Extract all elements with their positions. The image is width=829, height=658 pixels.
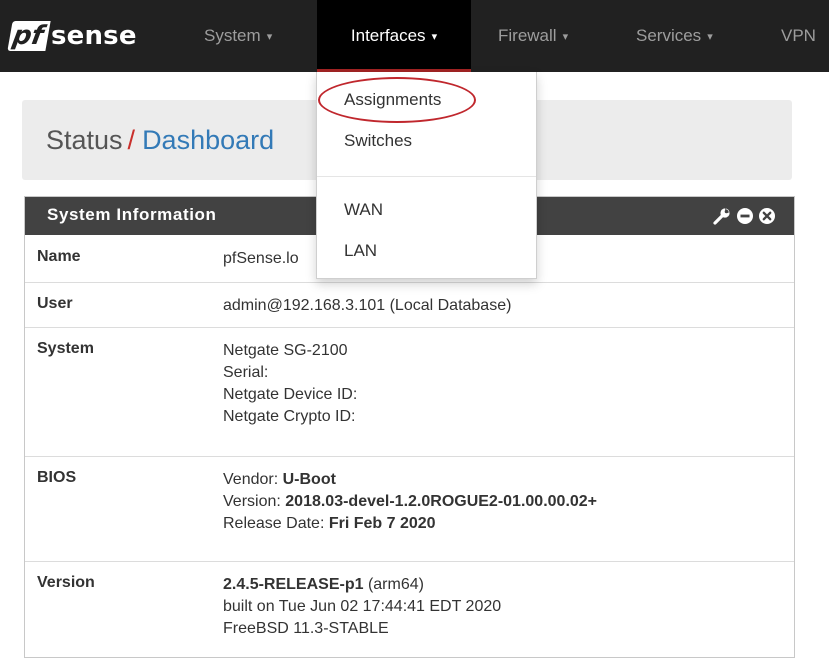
nav-system-label: System	[204, 26, 261, 45]
row-value-user: admin@192.168.3.101 (Local Database)	[223, 295, 511, 317]
table-row: User admin@192.168.3.101 (Local Database…	[25, 283, 794, 328]
highlight-ellipse	[318, 77, 476, 123]
row-label-bios: BIOS	[37, 469, 77, 486]
nav-firewall-label: Firewall	[498, 26, 557, 45]
bios-vendor: Vendor: U-Boot	[223, 471, 336, 488]
system-serial: Serial:	[223, 364, 269, 381]
version-os: FreeBSD 11.3-STABLE	[223, 620, 389, 637]
nav-system[interactable]: System ▾	[204, 0, 272, 72]
nav-interfaces[interactable]: Interfaces ▾	[317, 0, 471, 72]
breadcrumb-separator: /	[127, 125, 136, 155]
row-label-user: User	[37, 295, 73, 312]
nav-interfaces-label: Interfaces	[350, 26, 426, 45]
caret-down-icon: ▾	[707, 31, 713, 43]
system-crypto-id: Netgate Crypto ID:	[223, 408, 356, 425]
row-label-system: System	[37, 340, 94, 357]
nav-services-label: Services	[636, 26, 702, 45]
top-navbar: pf sense System ▾ Interfaces ▾ Firewall ▾ S…	[0, 0, 829, 72]
nav-vpn[interactable]: VPN	[781, 0, 816, 72]
row-label-name: Name	[37, 248, 81, 265]
row-value-name: pfSense.lo	[223, 248, 299, 270]
bios-release-date: Release Date: Fri Feb 7 2020	[223, 515, 436, 532]
table-row: Version 2.4.5-RELEASE-p1 (arm64) built o…	[25, 562, 794, 657]
logo-sense-text: sense	[50, 21, 137, 51]
caret-down-icon: ▾	[266, 31, 273, 43]
caret-down-icon: ▾	[431, 31, 438, 43]
breadcrumb-dashboard-link[interactable]: Dashboard	[142, 125, 274, 155]
row-label-version: Version	[37, 574, 95, 591]
logo-pf-mark: pf	[7, 21, 51, 51]
bios-version: Version: 2018.03-devel-1.2.0ROGUE2-01.00…	[223, 493, 598, 510]
hostname-value: pfSense.lo	[223, 250, 299, 267]
version-release: 2.4.5-RELEASE-p1 (arm64)	[223, 576, 424, 593]
panel-actions	[708, 206, 776, 231]
row-value-system: Netgate SG-2100 Serial: Netgate Device I…	[223, 340, 357, 428]
pfsense-logo[interactable]: pf sense	[7, 13, 137, 59]
row-value-version: 2.4.5-RELEASE-p1 (arm64) built on Tue Ju…	[223, 574, 501, 640]
nav-vpn-label: VPN	[781, 26, 816, 45]
system-device-id: Netgate Device ID:	[223, 386, 358, 403]
menu-divider	[317, 176, 536, 177]
user-value: admin@192.168.3.101 (Local Database)	[223, 297, 512, 314]
row-value-bios: Vendor: U-Boot Version: 2018.03-devel-1.…	[223, 469, 597, 535]
nav-firewall[interactable]: Firewall ▾	[498, 0, 568, 72]
minus-circle-icon[interactable]	[736, 207, 754, 230]
breadcrumb-section: Status	[46, 125, 123, 155]
breadcrumb: Status / Dashboard	[46, 125, 274, 156]
menu-item-switches[interactable]: Switches	[344, 131, 412, 151]
table-row: System Netgate SG-2100 Serial: Netgate D…	[25, 328, 794, 457]
menu-item-wan[interactable]: WAN	[344, 200, 383, 220]
nav-services[interactable]: Services ▾	[636, 0, 713, 72]
panel-title: System Information	[47, 205, 217, 224]
close-circle-icon[interactable]	[758, 207, 776, 230]
version-built: built on Tue Jun 02 17:44:41 EDT 2020	[223, 598, 502, 615]
table-row: BIOS Vendor: U-Boot Version: 2018.03-dev…	[25, 457, 794, 562]
wrench-icon[interactable]	[712, 206, 732, 231]
system-model: Netgate SG-2100	[223, 342, 348, 359]
menu-item-lan[interactable]: LAN	[344, 241, 377, 261]
caret-down-icon: ▾	[562, 31, 569, 43]
